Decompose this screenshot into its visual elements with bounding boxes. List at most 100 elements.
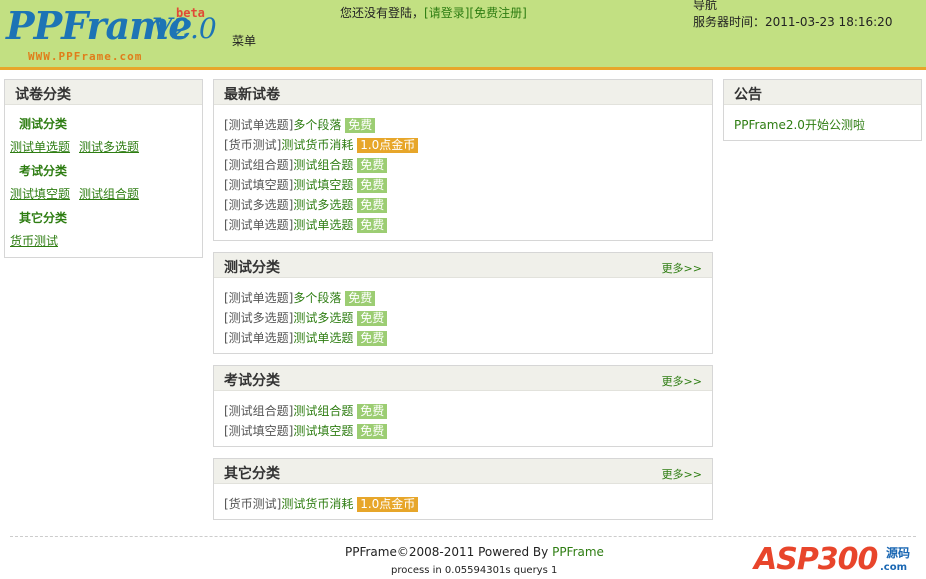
sidebar-link-multi-choice[interactable]: 测试多选题 [79,138,139,155]
item-category[interactable]: [测试填空题] [224,178,293,192]
item-category[interactable]: [测试单选题] [224,331,293,345]
sidebar-title: 试卷分类 [15,87,71,103]
item-category[interactable]: [货币测试] [224,497,281,511]
logo-url-text: WWW.PPFrame.com [28,50,143,63]
list-item: [测试填空题]测试填空题 免费 [224,422,388,442]
site-header: PPFrame V2.0 beta WWW.PPFrame.com 您还没有登陆… [0,0,926,70]
list-item: [测试多选题]测试多选题 免费 [224,196,418,216]
exam-category-more-link[interactable]: 更多>> [662,373,702,389]
item-title[interactable]: 测试填空题 [293,178,353,192]
process-info: process in 0.05594301s querys 1 [391,565,558,576]
test-category-header: 测试分类 更多>> [214,253,712,278]
exam-category-panel: 考试分类 更多>> [测试组合题]测试组合题 免费 [测试填空题]测试填空题 免… [213,365,713,447]
list-item: [货币测试]测试货币消耗 1.0点金币 [224,495,419,515]
list-item: [货币测试]测试货币消耗 1.0点金币 [224,136,419,156]
item-category[interactable]: [测试多选题] [224,198,293,212]
price-tag: 免费 [345,118,376,133]
list-item: [测试填空题]测试填空题 免费 [224,176,418,196]
other-category-header: 其它分类 更多>> [214,459,712,484]
price-tag: 免费 [357,404,388,419]
test-category-panel: 测试分类 更多>> [测试单选题]多个段落 免费 [测试多选题]测试多选题 免费… [213,252,713,354]
item-category[interactable]: [测试多选题] [224,311,293,325]
price-tag: 免费 [357,424,388,439]
price-tag: 免费 [357,311,388,326]
item-title[interactable]: 测试组合题 [293,404,353,418]
watermark-com: .com [880,562,908,573]
latest-papers-panel: 最新试卷 [测试单选题]多个段落 免费 [货币测试]测试货币消耗 1.0点金币 … [213,79,713,241]
item-title[interactable]: 测试填空题 [293,424,353,438]
latest-papers-list: [测试单选题]多个段落 免费 [货币测试]测试货币消耗 1.0点金币 [测试组合… [224,116,419,236]
exam-category-header: 考试分类 更多>> [214,366,712,391]
item-title[interactable]: 测试单选题 [293,331,353,345]
list-item: [测试组合题]测试组合题 免费 [224,402,388,422]
item-category[interactable]: [测试单选题] [224,291,293,305]
sidebar-panel: 试卷分类 测试分类 测试单选题 测试多选题 考试分类 测试填空题 测试组合题 其… [4,79,203,258]
copyright-text: PPFrame©2008-2011 Powered By [345,545,553,559]
nav-label[interactable]: 导航 [693,0,717,12]
site-logo[interactable]: PPFrame V2.0 beta WWW.PPFrame.com [6,4,217,66]
price-tag: 免费 [345,291,376,306]
item-title[interactable]: 测试多选题 [293,311,353,325]
item-title[interactable]: 多个段落 [293,291,341,305]
exam-category-list: [测试组合题]测试组合题 免费 [测试填空题]测试填空题 免费 [224,402,388,442]
watermark-logo: ASP300 源码 .com [754,534,924,578]
login-link[interactable]: [请登录] [424,6,469,20]
copyright: PPFrame©2008-2011 Powered By PPFrame [345,545,604,559]
item-category[interactable]: [测试组合题] [224,158,293,172]
test-category-more-link[interactable]: 更多>> [662,260,702,276]
price-tag: 1.0点金币 [357,497,419,512]
watermark-cn: 源码 [886,546,911,560]
price-tag: 1.0点金币 [357,138,419,153]
item-title[interactable]: 测试单选题 [293,218,353,232]
item-title[interactable]: 测试多选题 [293,198,353,212]
test-category-title: 测试分类 [224,260,280,276]
price-tag: 免费 [357,218,388,233]
latest-papers-title: 最新试卷 [224,87,280,103]
notice-header: 公告 [724,80,921,105]
item-category[interactable]: [测试单选题] [224,218,293,232]
price-tag: 免费 [357,158,388,173]
item-category[interactable]: [测试组合题] [224,404,293,418]
copyright-link[interactable]: PPFrame [552,545,604,559]
item-title[interactable]: 测试组合题 [293,158,353,172]
list-item: [测试单选题]测试单选题 免费 [224,216,418,236]
item-category[interactable]: [测试填空题] [224,424,293,438]
test-category-list: [测试单选题]多个段落 免费 [测试多选题]测试多选题 免费 [测试单选题]测试… [224,289,388,349]
item-category[interactable]: [测试单选题] [224,118,293,132]
sidebar-link-combo[interactable]: 测试组合题 [79,185,139,202]
list-item: [测试单选题]测试单选题 免费 [224,329,388,349]
watermark-text: ASP300 [754,542,878,577]
price-tag: 免费 [357,178,388,193]
item-category[interactable]: [货币测试] [224,138,281,152]
item-title[interactable]: 多个段落 [293,118,341,132]
other-category-list: [货币测试]测试货币消耗 1.0点金币 [224,495,419,515]
price-tag: 免费 [357,198,388,213]
sidebar-link-single-choice[interactable]: 测试单选题 [10,138,70,155]
item-title[interactable]: 测试货币消耗 [281,138,353,152]
sidebar-link-currency[interactable]: 货币测试 [10,232,58,249]
notice-panel: 公告 PPFrame2.0开始公测啦 [723,79,922,141]
sidebar-group-test[interactable]: 测试分类 [19,115,67,132]
other-category-more-link[interactable]: 更多>> [662,466,702,482]
sidebar-group-exam[interactable]: 考试分类 [19,162,67,179]
login-status: 您还没有登陆，[请登录][免费注册] [340,4,527,21]
list-item: [测试组合题]测试组合题 免费 [224,156,418,176]
list-item: [测试多选题]测试多选题 免费 [224,309,388,329]
sidebar-header: 试卷分类 [5,80,202,105]
other-category-title: 其它分类 [224,466,280,482]
item-title[interactable]: 测试货币消耗 [281,497,353,511]
logo-beta-text: beta [176,6,205,20]
price-tag: 免费 [357,331,388,346]
notice-item[interactable]: PPFrame2.0开始公测啦 [734,116,865,133]
latest-papers-header: 最新试卷 [214,80,712,105]
menu-label[interactable]: 菜单 [232,32,256,49]
sidebar-group-other[interactable]: 其它分类 [19,209,67,226]
server-time: 服务器时间：2011-03-23 18:16:20 [693,15,893,29]
register-link[interactable]: [免费注册] [469,6,526,20]
other-category-panel: 其它分类 更多>> [货币测试]测试货币消耗 1.0点金币 [213,458,713,520]
login-prompt: 您还没有登陆， [340,6,425,20]
sidebar-link-fill-blank[interactable]: 测试填空题 [10,185,70,202]
notice-title: 公告 [734,87,762,103]
list-item: [测试单选题]多个段落 免费 [224,289,387,309]
exam-category-title: 考试分类 [224,373,280,389]
